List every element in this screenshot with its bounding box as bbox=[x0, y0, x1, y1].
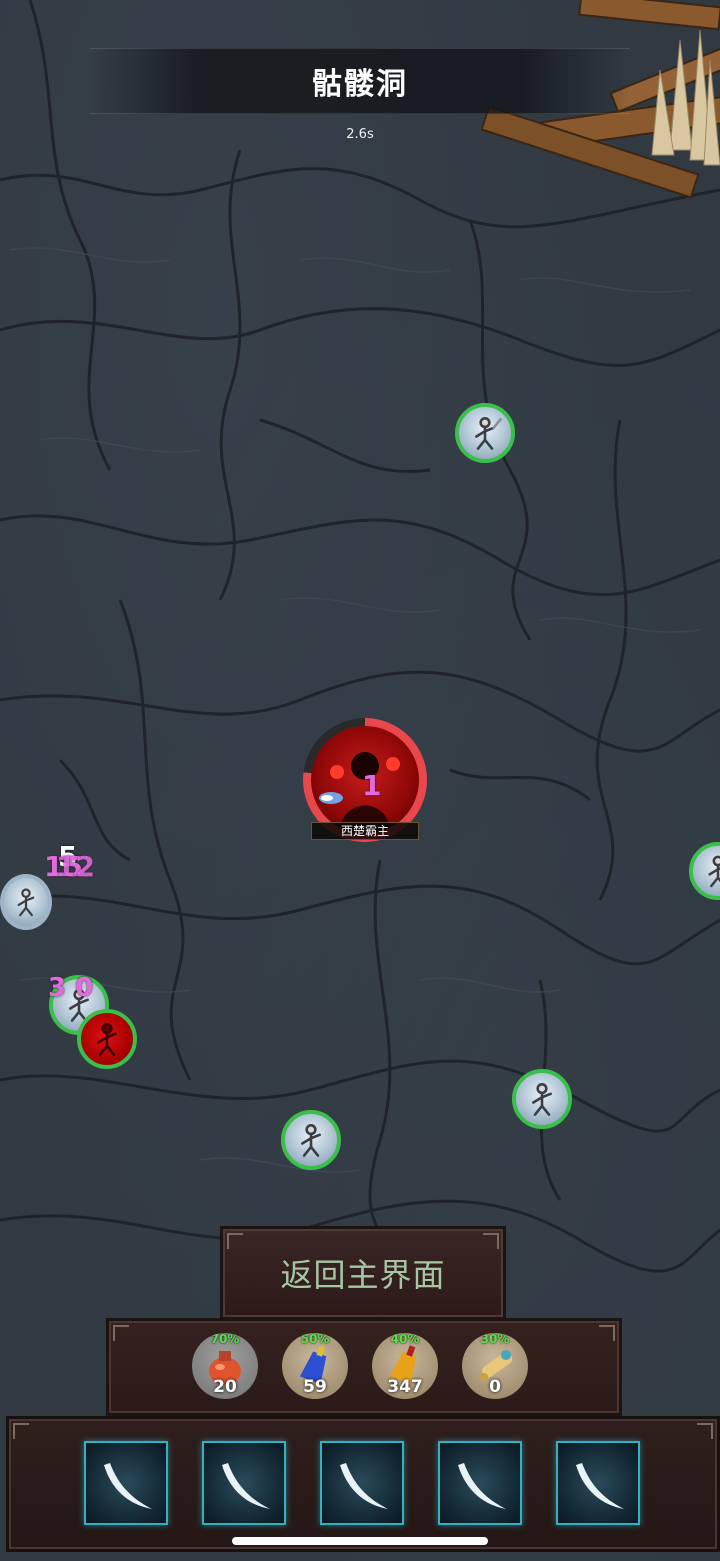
frame-corner bbox=[113, 1325, 129, 1341]
damage-number: 1 bbox=[362, 769, 382, 802]
slash-skill-icon bbox=[340, 1463, 388, 1509]
return-main-menu-button[interactable]: 返回主界面 bbox=[220, 1226, 506, 1320]
scroll-slot[interactable]: 30% 0 bbox=[462, 1333, 528, 1399]
potion-bar: 70% 20 50% 59 40% 347 30% 0 bbox=[106, 1318, 622, 1416]
frame-corner bbox=[227, 1233, 243, 1249]
potion-threshold: 30% bbox=[480, 1333, 510, 1346]
slash-skill-icon bbox=[104, 1463, 152, 1509]
skill-slot-1[interactable] bbox=[84, 1441, 168, 1525]
skill-slot-5[interactable] bbox=[556, 1441, 640, 1525]
sun-potion-slot[interactable]: 40% 347 bbox=[372, 1333, 438, 1399]
potion-count: 0 bbox=[489, 1377, 501, 1397]
slash-skill-icon bbox=[576, 1463, 624, 1509]
skill-slot-4[interactable] bbox=[438, 1441, 522, 1525]
skeleton-unit[interactable] bbox=[689, 842, 720, 900]
skill-bar bbox=[6, 1416, 720, 1552]
frame-corner bbox=[483, 1233, 499, 1249]
damage-number: 12 bbox=[56, 850, 95, 883]
skill-slot-2[interactable] bbox=[202, 1441, 286, 1525]
potion-count: 59 bbox=[303, 1377, 327, 1397]
damage-number: 3 0 bbox=[48, 973, 94, 1003]
skeleton-unit-damaged[interactable] bbox=[77, 1009, 137, 1069]
potion-threshold: 50% bbox=[300, 1333, 330, 1346]
skeleton-warrior-icon bbox=[475, 416, 502, 450]
skeleton-warrior-icon bbox=[708, 855, 720, 888]
skeleton-warrior-icon bbox=[301, 1123, 321, 1157]
slash-skill-icon bbox=[458, 1463, 506, 1509]
skeleton-unit[interactable] bbox=[455, 403, 515, 463]
skeleton-warrior-icon bbox=[17, 888, 35, 917]
potion-count: 347 bbox=[387, 1377, 423, 1397]
hp-potion-slot[interactable]: 70% 20 bbox=[192, 1333, 258, 1399]
player-name-tag: 西楚霸主 bbox=[311, 822, 419, 840]
location-title-bar: 骷髅洞 bbox=[90, 48, 630, 114]
skeleton-unit[interactable] bbox=[512, 1069, 572, 1129]
battle-timer: 2.6s bbox=[346, 127, 374, 142]
skeleton-warrior-icon bbox=[97, 1022, 117, 1056]
home-indicator[interactable] bbox=[232, 1537, 488, 1545]
skeleton-unit[interactable] bbox=[281, 1110, 341, 1170]
skeleton-warrior-icon bbox=[532, 1082, 552, 1116]
potion-threshold: 70% bbox=[210, 1333, 240, 1346]
frame-corner bbox=[599, 1325, 615, 1341]
frame-corner bbox=[13, 1423, 29, 1439]
return-main-menu-label: 返回主界面 bbox=[280, 1256, 446, 1294]
potion-count: 20 bbox=[213, 1377, 237, 1397]
skill-slot-3[interactable] bbox=[320, 1441, 404, 1525]
mp-potion-slot[interactable]: 50% 59 bbox=[282, 1333, 348, 1399]
frame-corner bbox=[697, 1423, 713, 1439]
potion-threshold: 40% bbox=[390, 1333, 420, 1346]
location-title: 骷髅洞 bbox=[312, 67, 408, 102]
slash-skill-icon bbox=[222, 1463, 270, 1509]
